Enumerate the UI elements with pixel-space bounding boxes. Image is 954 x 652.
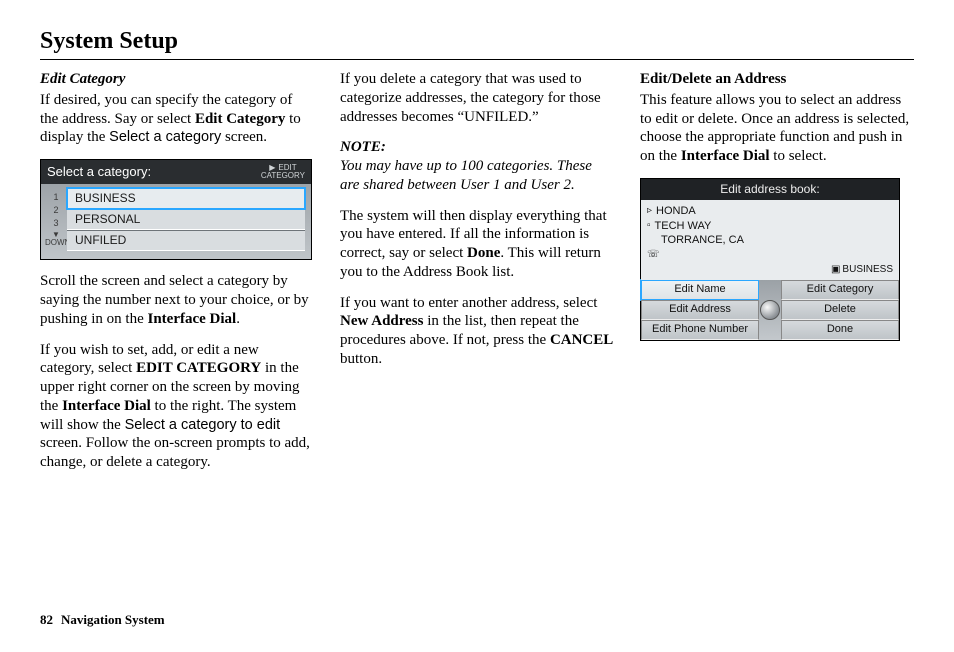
shot2-title: Edit address book: <box>641 179 899 200</box>
col3-para1: This feature allows you to select an add… <box>640 91 914 166</box>
bold-interface-dial-2: Interface Dial <box>62 398 151 414</box>
category-icon: ▣ <box>831 263 840 277</box>
category-list: BUSINESS PERSONAL UNFILED <box>67 188 305 251</box>
text: screen. <box>221 129 267 145</box>
edit-category-button[interactable]: ▶EDIT CATEGORY <box>261 164 305 180</box>
col2-para3: If you want to enter another address, se… <box>340 294 614 369</box>
text: button. <box>340 351 382 367</box>
text: If you want to enter another address, se… <box>340 295 597 311</box>
address-name: HONDA <box>656 204 696 219</box>
marker-icon: ▹ <box>647 204 652 218</box>
ui-term-select-category-edit: Select a category to edit <box>125 417 281 433</box>
page-number: 82 <box>40 612 53 627</box>
row-number-2: 2 <box>45 205 67 216</box>
shot1-body: 1 2 3 ▼ DOWN BUSINESS PERSONAL UNFILED <box>41 184 311 259</box>
delete-button[interactable]: Delete <box>781 300 899 320</box>
label: CATEGORY <box>261 172 305 180</box>
phone-icon: ☏ <box>647 248 660 262</box>
bold-done: Done <box>467 245 500 261</box>
col1-para1: If desired, you can specify the category… <box>40 91 314 147</box>
note-label: NOTE: <box>340 138 614 157</box>
address-category: BUSINESS <box>842 263 893 277</box>
note-body: You may have up to 100 categories. These… <box>340 157 614 195</box>
bold-interface-dial: Interface Dial <box>148 311 237 327</box>
edit-delete-heading: Edit/Delete an Address <box>640 71 786 87</box>
edit-category-button-2[interactable]: Edit Category <box>781 280 899 300</box>
title-rule <box>40 59 914 60</box>
done-button[interactable]: Done <box>781 320 899 340</box>
shot1-title: Select a category: <box>47 164 151 180</box>
screenshot-select-category: Select a category: ▶EDIT CATEGORY 1 2 3 … <box>40 159 312 260</box>
row-number-1: 1 <box>45 192 67 203</box>
scroll-down-button[interactable]: ▼ DOWN <box>45 231 67 247</box>
map-icon: ▫ <box>647 219 651 233</box>
col2-para1: If you delete a category that was used t… <box>340 70 614 126</box>
address-city: TORRANCE, CA <box>661 233 744 248</box>
edit-category-heading: Edit Category <box>40 70 314 89</box>
footer-text: Navigation System <box>61 612 165 627</box>
row-number-3: 3 <box>45 218 67 229</box>
column-1: Edit Category If desired, you can specif… <box>40 70 314 484</box>
column-3: Edit/Delete an Address This feature allo… <box>640 70 914 484</box>
address-info-panel: ▹ HONDA ▫ TECH WAY TORRANCE, CA ☏ ▣BUSINES… <box>641 200 899 280</box>
page-title: System Setup <box>40 28 914 55</box>
bold-new-address: New Address <box>340 313 423 329</box>
category-item-personal[interactable]: PERSONAL <box>67 209 305 230</box>
bold-edit-category-caps: EDIT CATEGORY <box>136 360 261 376</box>
category-item-unfiled[interactable]: UNFILED <box>67 230 305 251</box>
bold-interface-dial-3: Interface Dial <box>681 148 770 164</box>
interface-dial[interactable] <box>759 280 781 340</box>
col2-para2: The system will then display everything … <box>340 207 614 282</box>
col1-para3: If you wish to set, add, or edit a new c… <box>40 341 314 472</box>
text: to select. <box>770 148 827 164</box>
shot1-header: Select a category: ▶EDIT CATEGORY <box>41 160 311 184</box>
number-column: 1 2 3 ▼ DOWN <box>45 188 67 251</box>
text: screen. Follow the on-screen prompts to … <box>40 435 310 470</box>
edit-address-button[interactable]: Edit Address <box>641 300 759 320</box>
edit-name-button[interactable]: Edit Name <box>641 280 759 300</box>
ui-term-select-category: Select a category <box>109 129 221 145</box>
content-columns: Edit Category If desired, you can specif… <box>40 70 914 484</box>
bold-cancel: CANCEL <box>550 332 613 348</box>
dial-icon <box>760 300 780 320</box>
column-2: If you delete a category that was used t… <box>340 70 614 484</box>
edit-phone-button[interactable]: Edit Phone Number <box>641 320 759 340</box>
action-button-grid: Edit Name Edit Category Edit Address Del… <box>641 280 899 340</box>
col1-para2: Scroll the screen and select a category … <box>40 272 314 328</box>
text: . <box>236 311 240 327</box>
page-footer: 82 Navigation System <box>40 612 165 628</box>
category-item-business[interactable]: BUSINESS <box>67 188 305 209</box>
screenshot-edit-address-book: Edit address book: ▹ HONDA ▫ TECH WAY TORR… <box>640 178 900 341</box>
bold-edit-category: Edit Category <box>195 111 285 127</box>
address-street: TECH WAY <box>655 219 712 234</box>
